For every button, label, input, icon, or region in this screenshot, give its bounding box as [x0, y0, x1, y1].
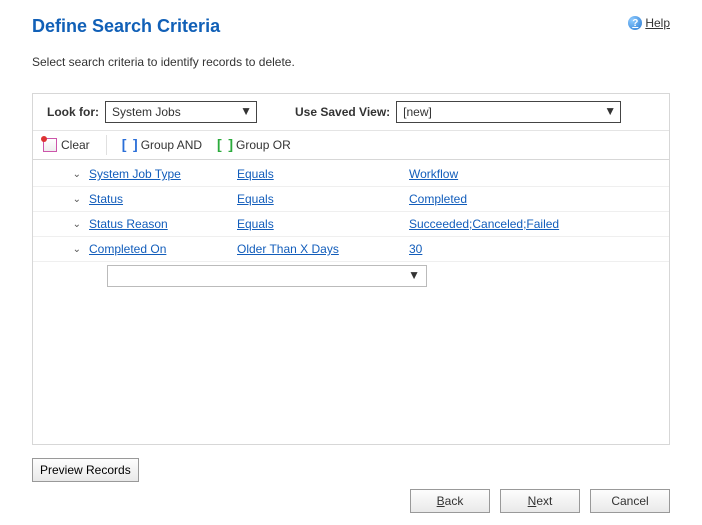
field-link[interactable]: Status Reason [89, 217, 168, 231]
cancel-button[interactable]: Cancel [590, 489, 670, 513]
criteria-row: ⌄ Completed On Older Than X Days 30 [33, 237, 669, 262]
operator-link[interactable]: Equals [237, 167, 274, 181]
group-and-icon [123, 138, 137, 152]
page-title: Define Search Criteria [32, 16, 220, 37]
instruction-text: Select search criteria to identify recor… [32, 55, 670, 69]
chevron-down-icon: ▼ [240, 104, 252, 118]
group-and-button[interactable]: Group AND [121, 136, 204, 154]
group-and-label: Group AND [141, 138, 202, 152]
panel-top-bar: Look for: System Jobs ▼ Use Saved View: … [33, 94, 669, 131]
back-button[interactable]: Back [410, 489, 490, 513]
operator-link[interactable]: Equals [237, 217, 274, 231]
help-icon: ? [628, 16, 642, 30]
preview-records-button[interactable]: Preview Records [32, 458, 139, 482]
value-link[interactable]: Succeeded;Canceled;Failed [409, 217, 559, 231]
look-for-value: System Jobs [106, 102, 256, 122]
use-saved-view-value: [new] [397, 102, 620, 122]
use-saved-view-select[interactable]: [new] ▼ [396, 101, 621, 123]
group-or-button[interactable]: Group OR [216, 136, 293, 154]
clear-label: Clear [61, 138, 90, 152]
value-link[interactable]: Workflow [409, 167, 458, 181]
criteria-row: ⌄ System Job Type Equals Workflow [33, 162, 669, 187]
operator-link[interactable]: Older Than X Days [237, 242, 339, 256]
toolbar: Clear Group AND Group OR [33, 131, 669, 160]
clear-button[interactable]: Clear [41, 136, 92, 154]
clear-icon [43, 138, 57, 152]
criteria-row: ⌄ Status Equals Completed [33, 187, 669, 212]
use-saved-view-label: Use Saved View: [295, 105, 390, 119]
criteria-row: ⌄ Status Reason Equals Succeeded;Cancele… [33, 212, 669, 237]
group-or-icon [218, 138, 232, 152]
separator [106, 135, 107, 155]
next-button[interactable]: Next [500, 489, 580, 513]
operator-link[interactable]: Equals [237, 192, 274, 206]
field-link[interactable]: Completed On [89, 242, 166, 256]
new-field-select[interactable]: ▼ [107, 265, 427, 287]
row-menu-icon[interactable]: ⌄ [73, 244, 81, 255]
row-menu-icon[interactable]: ⌄ [73, 194, 81, 205]
chevron-down-icon: ▼ [604, 104, 616, 118]
criteria-grid: ⌄ System Job Type Equals Workflow ⌄ Stat… [33, 160, 669, 292]
grid-empty-space [33, 292, 669, 444]
value-link[interactable]: Completed [409, 192, 467, 206]
look-for-label: Look for: [47, 105, 99, 119]
value-link[interactable]: 30 [409, 242, 422, 256]
group-or-label: Group OR [236, 138, 291, 152]
row-menu-icon[interactable]: ⌄ [73, 169, 81, 180]
help-link[interactable]: ? Help [628, 16, 670, 30]
field-link[interactable]: System Job Type [89, 167, 181, 181]
footer-buttons: Back Next Cancel [410, 489, 670, 513]
field-link[interactable]: Status [89, 192, 123, 206]
criteria-panel: Look for: System Jobs ▼ Use Saved View: … [32, 93, 670, 445]
row-menu-icon[interactable]: ⌄ [73, 219, 81, 230]
chevron-down-icon: ▼ [408, 268, 420, 282]
help-label: Help [645, 16, 670, 30]
look-for-select[interactable]: System Jobs ▼ [105, 101, 257, 123]
new-row: ▼ [33, 262, 669, 290]
